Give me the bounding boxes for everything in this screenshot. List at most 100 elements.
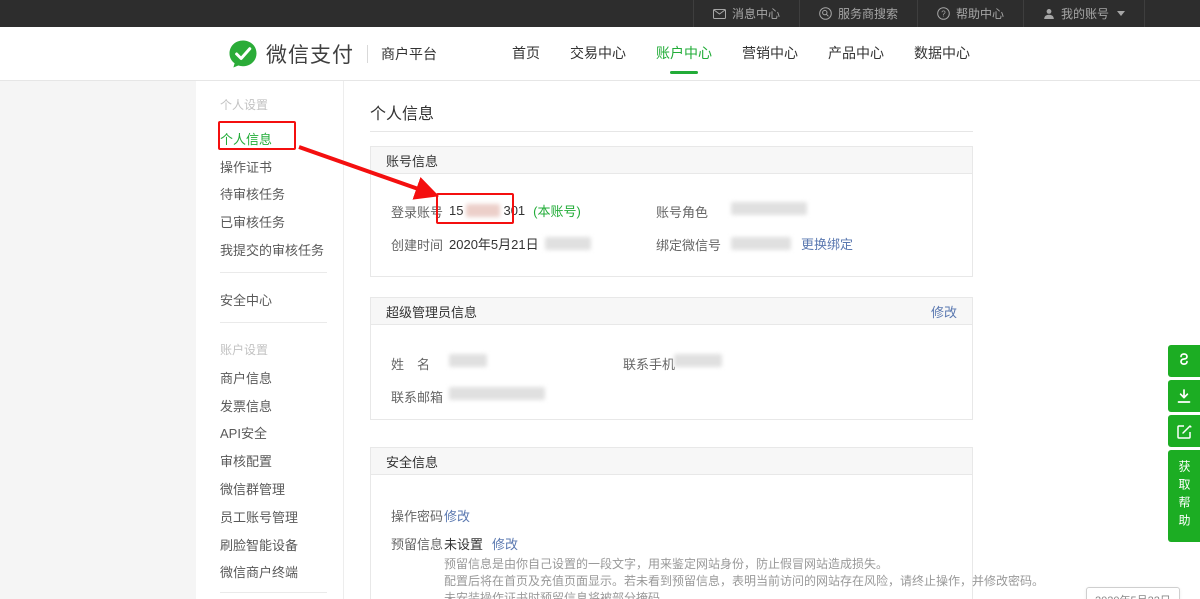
admin-name-label: 姓 名 (391, 354, 430, 373)
title-divider (370, 131, 973, 132)
redacted-wechat-id (731, 237, 791, 250)
reserved-info-description: 预留信息是由你自己设置的一段文字，用来鉴定网站身份，防止假冒网站造成损失。 配置… (444, 556, 1044, 599)
description-line: 配置后将在首页及充值页面显示。若未看到预留信息，表明当前访问的网站存在风险，请终… (444, 573, 1044, 590)
security-info-title: 安全信息 (386, 452, 438, 471)
sidebar-group-account-settings: 账户设置 (220, 341, 268, 358)
sidebar-item-pending-review-tasks[interactable]: 待审核任务 (220, 184, 285, 203)
brand-divider (367, 45, 368, 63)
wechat-pay-merchant-page: 消息中心 服务商搜索 ? 帮助中心 我的账号 微信支付 (0, 0, 1200, 599)
sidebar-item-staff-account-management[interactable]: 员工账号管理 (220, 507, 298, 526)
sidebar-divider (220, 592, 327, 593)
account-role-label: 账号角色 (656, 202, 708, 221)
created-date: 2020年5月21日 (449, 234, 539, 253)
description-line: 未安装操作证书时预留信息将被部分掩码。 (444, 590, 1044, 599)
redacted-account-role (731, 202, 807, 215)
sidebar-item-api-security[interactable]: API安全 (220, 423, 267, 442)
sidebar-divider (220, 272, 327, 273)
wechat-pay-logo-icon (228, 39, 258, 69)
nav-product-center[interactable]: 产品中心 (828, 27, 884, 81)
redacted-created-time (545, 237, 591, 250)
help-center-label: 帮助中心 (956, 5, 1004, 22)
sidebar-item-face-pay-devices[interactable]: 刷脸智能设备 (220, 535, 298, 554)
my-account-label: 我的账号 (1061, 5, 1109, 22)
login-account-label: 登录账号 (391, 202, 443, 221)
redacted-login-middle (466, 204, 500, 217)
search-circle-icon (819, 7, 832, 20)
reserved-info-value: 未设置 (444, 534, 483, 553)
sidebar-item-merchant-info[interactable]: 商户信息 (220, 368, 272, 387)
mail-icon (713, 9, 726, 19)
sidebar-item-wechat-merchant-terminal[interactable]: 微信商户终端 (220, 562, 298, 581)
sidebar-item-wechat-group-management[interactable]: 微信群管理 (220, 479, 285, 498)
operation-password-label: 操作密码 (391, 506, 443, 525)
service-provider-search-label: 服务商搜索 (838, 5, 898, 22)
sidebar-group-personal-settings: 个人设置 (220, 96, 268, 113)
security-info-card: 安全信息 操作密码 修改 预留信息 未设置 修改 预留信息是由你自己设置的一段文… (370, 447, 973, 599)
created-time-label: 创建时间 (391, 235, 443, 254)
bound-wechat-value: 更换绑定 (731, 234, 853, 253)
login-account-suffix: 301 (503, 203, 525, 218)
platform-name: 商户平台 (381, 44, 437, 64)
nav-account-center[interactable]: 账户中心 (656, 27, 712, 81)
sidebar-item-review-config[interactable]: 审核配置 (220, 451, 272, 470)
date-tooltip: 2020年5月22日 (1086, 587, 1180, 599)
download-icon (1177, 389, 1191, 404)
redacted-admin-email (449, 387, 545, 400)
main-content: 个人信息 账号信息 登录账号 15 301 (本账号) 账号角色 创建时间 20… (370, 81, 973, 599)
site-header: 微信支付 商户平台 首页 交易中心 账户中心 营销中心 产品中心 数据中心 (0, 27, 1200, 81)
get-help-label: 获取帮助 (1168, 460, 1200, 532)
admin-phone-label: 联系手机 (623, 354, 675, 373)
feedback-button[interactable] (1168, 415, 1200, 447)
rebind-wechat-link[interactable]: 更换绑定 (801, 234, 853, 253)
bound-wechat-label: 绑定微信号 (656, 235, 721, 254)
help-circle-icon: ? (937, 7, 950, 20)
hook-icon (1177, 353, 1191, 369)
description-line: 预留信息是由你自己设置的一段文字，用来鉴定网站身份，防止假冒网站造成损失。 (444, 556, 1044, 573)
super-admin-edit-link[interactable]: 修改 (931, 302, 957, 321)
brand-name: 微信支付 (266, 39, 354, 69)
admin-email-label: 联系邮箱 (391, 387, 443, 406)
sidebar-item-invoice-info[interactable]: 发票信息 (220, 396, 272, 415)
account-info-title: 账号信息 (386, 151, 438, 170)
chevron-down-icon (1117, 11, 1125, 16)
sidebar-item-my-submitted-review-tasks[interactable]: 我提交的审核任务 (220, 240, 324, 259)
top-utility-bar: 消息中心 服务商搜索 ? 帮助中心 我的账号 (0, 0, 1200, 27)
nav-marketing-center[interactable]: 营销中心 (742, 27, 798, 81)
login-account-value: 15 301 (本账号) (449, 201, 581, 220)
left-gutter (0, 81, 196, 599)
redacted-admin-phone (674, 354, 722, 367)
login-account-prefix: 15 (449, 203, 463, 218)
hotline-button[interactable] (1168, 345, 1200, 377)
reserved-info-label: 预留信息 (391, 534, 443, 553)
sidebar-divider (220, 322, 327, 323)
super-admin-card-header: 超级管理员信息 修改 (371, 298, 972, 325)
nav-data-center[interactable]: 数据中心 (914, 27, 970, 81)
redacted-admin-name (449, 354, 487, 367)
service-provider-search-button[interactable]: 服务商搜索 (799, 0, 917, 27)
sidebar-item-personal-info[interactable]: 个人信息 (220, 129, 272, 148)
nav-home[interactable]: 首页 (512, 27, 540, 81)
sidebar-item-operation-certificate[interactable]: 操作证书 (220, 157, 272, 176)
sidebar-divider-line (343, 81, 344, 599)
current-account-tag: (本账号) (533, 201, 581, 220)
help-center-button[interactable]: ? 帮助中心 (917, 0, 1023, 27)
nav-transaction-center[interactable]: 交易中心 (570, 27, 626, 81)
operation-password-edit-link[interactable]: 修改 (444, 506, 470, 525)
brand-logo-group: 微信支付 商户平台 (228, 27, 437, 81)
reserved-info-edit-link[interactable]: 修改 (492, 534, 518, 553)
sidebar-item-reviewed-tasks[interactable]: 已审核任务 (220, 212, 285, 231)
message-center-label: 消息中心 (732, 5, 780, 22)
sidebar-item-security-center[interactable]: 安全中心 (220, 290, 272, 309)
security-info-card-header: 安全信息 (371, 448, 972, 475)
primary-nav: 首页 交易中心 账户中心 营销中心 产品中心 数据中心 (512, 27, 970, 81)
my-account-menu[interactable]: 我的账号 (1023, 0, 1144, 27)
page-title: 个人信息 (370, 100, 434, 124)
download-button[interactable] (1168, 380, 1200, 412)
get-help-button[interactable]: 获取帮助 (1168, 450, 1200, 542)
edit-icon (1177, 424, 1192, 439)
message-center-button[interactable]: 消息中心 (693, 0, 799, 27)
sidebar: 个人设置 个人信息 操作证书 待审核任务 已审核任务 我提交的审核任务 安全中心… (196, 81, 343, 599)
account-info-card-header: 账号信息 (371, 147, 972, 174)
account-info-card: 账号信息 登录账号 15 301 (本账号) 账号角色 创建时间 2020年5月… (370, 146, 973, 277)
top-utility-items: 消息中心 服务商搜索 ? 帮助中心 我的账号 (693, 0, 1145, 27)
